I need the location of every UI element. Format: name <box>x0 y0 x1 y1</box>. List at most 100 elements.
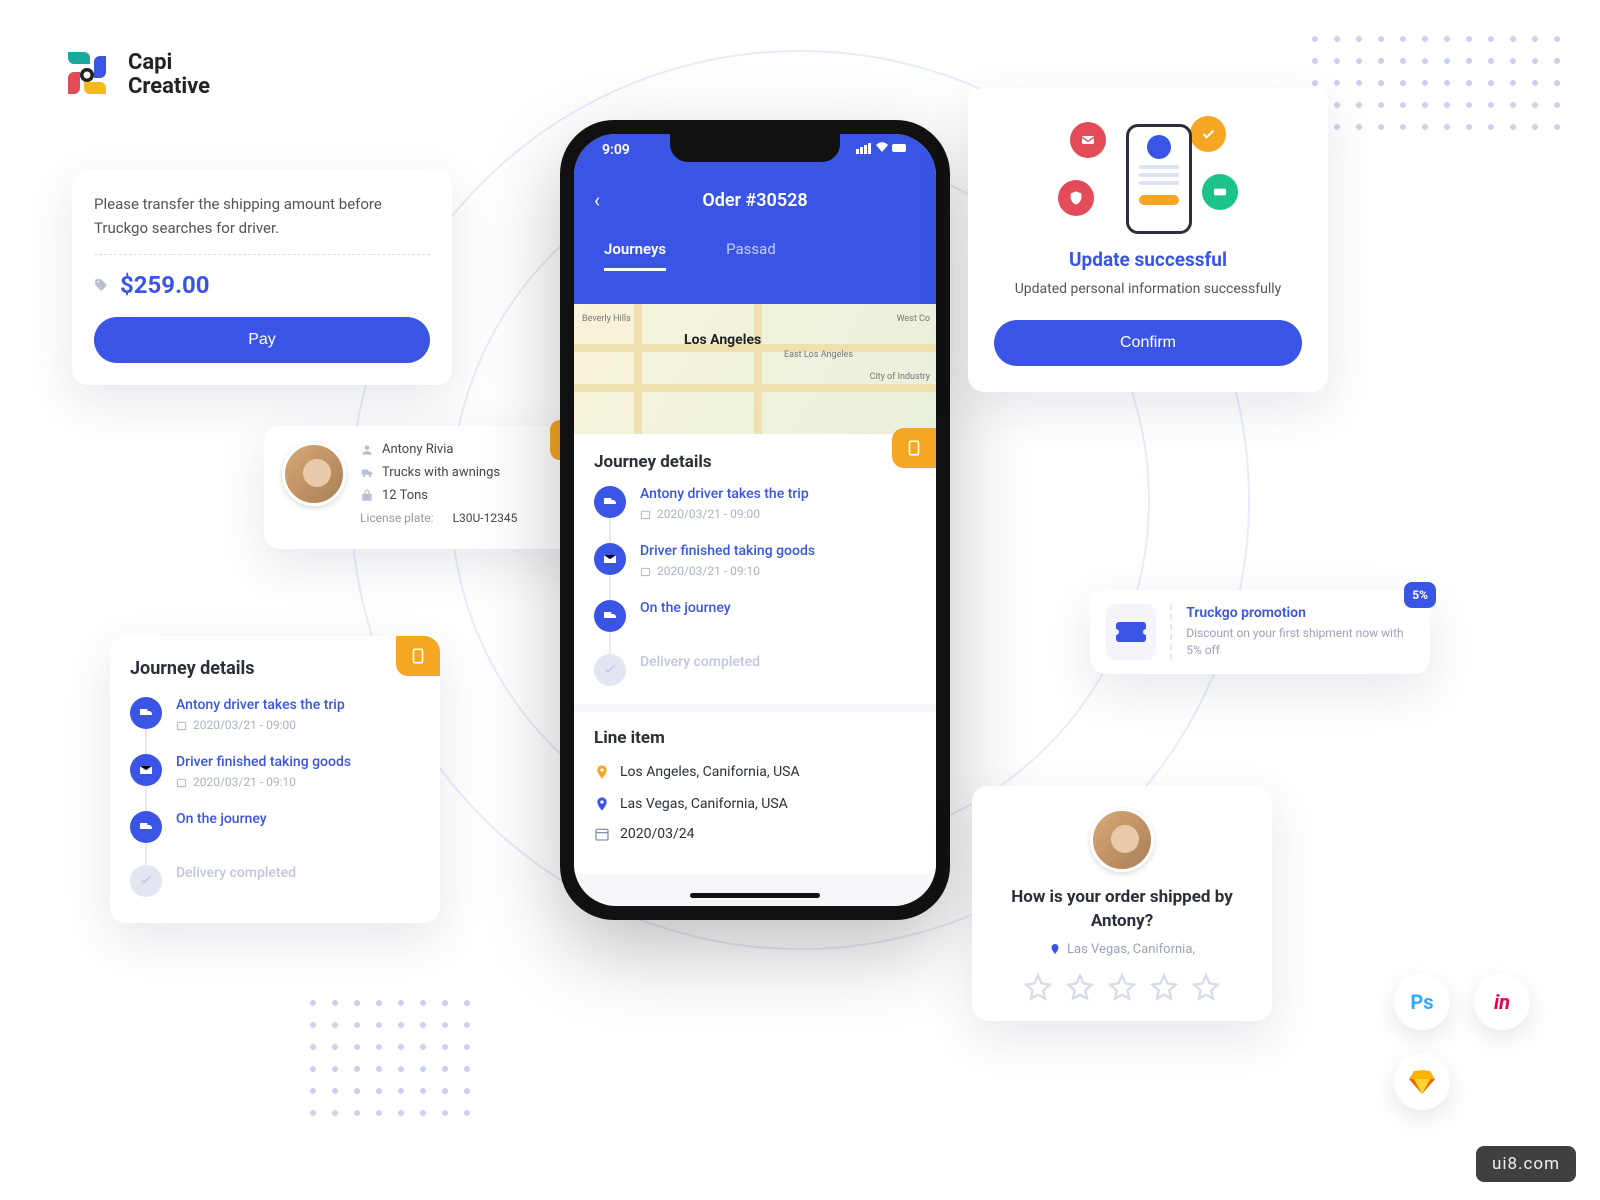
step-icon <box>130 865 162 897</box>
logo-mark-icon <box>60 48 114 102</box>
line-dest: Las Vegas, Canifornia, USA <box>620 796 788 812</box>
calendar-mini-icon <box>176 720 187 731</box>
step-icon <box>594 600 626 632</box>
map-label-3: City of Industry <box>870 372 930 382</box>
tool-badge-ps: Ps <box>1394 974 1450 1030</box>
step-time: 2020/03/21 - 09:10 <box>640 564 815 578</box>
check-icon <box>1190 116 1226 152</box>
step-title: Antony driver takes the trip <box>640 486 809 502</box>
step-title: Delivery completed <box>640 654 760 670</box>
driver-vehicle: Trucks with awnings <box>382 465 500 480</box>
success-illustration <box>994 116 1302 236</box>
line-date: 2020/03/24 <box>620 826 695 842</box>
phone-journey-section: Journey details Antony driver takes the … <box>574 434 936 704</box>
dot-grid-bottom <box>310 1000 470 1116</box>
line-item-title: Line item <box>594 728 916 748</box>
tool-badge-sketch <box>1394 1054 1450 1110</box>
driver-card: Antony Rivia Trucks with awnings 12 Tons… <box>264 426 584 549</box>
calendar-mini-icon <box>640 566 651 577</box>
promo-title: Truckgo promotion <box>1186 605 1414 621</box>
brand-line1: Capi <box>128 51 210 75</box>
map-label-1: East Los Angeles <box>784 350 853 360</box>
pay-card: Please transfer the shipping amount befo… <box>72 170 452 385</box>
rating-title: How is your order shipped by Antony? <box>992 886 1252 934</box>
brand-logo: Capi Creative <box>60 48 210 102</box>
step-title: On the journey <box>640 600 731 616</box>
dot-grid-top <box>1312 36 1560 130</box>
calendar-mini-icon <box>176 777 187 788</box>
star-2[interactable] <box>1066 973 1094 1001</box>
discount-badge: 5% <box>1404 582 1436 608</box>
ticket-icon <box>1106 604 1156 660</box>
tab-journeys[interactable]: Journeys <box>604 240 666 271</box>
status-time: 9:09 <box>602 142 630 158</box>
journey-section-badge-icon <box>892 428 936 468</box>
calendar-mini-icon <box>640 509 651 520</box>
timeline-step: On the journey <box>130 811 420 865</box>
map-label-2: West Co <box>897 314 930 324</box>
star-5[interactable] <box>1192 973 1220 1001</box>
timeline-step: Antony driver takes the trip 2020/03/21 -… <box>130 697 420 754</box>
journey-card-small: Journey details Antony driver takes the … <box>110 636 440 923</box>
mail-icon <box>1070 122 1106 158</box>
success-title: Update successful <box>994 248 1302 271</box>
step-title: Delivery completed <box>176 865 296 881</box>
phone-frame: 9:09 ‹ Oder #30528 Journeys Passad Los A… <box>560 120 950 920</box>
plate-label: License plate: <box>360 511 434 525</box>
rating-stars <box>992 973 1252 1001</box>
phone-screen: 9:09 ‹ Oder #30528 Journeys Passad Los A… <box>574 134 936 906</box>
truck-icon <box>360 466 374 480</box>
back-button[interactable]: ‹ <box>594 188 600 212</box>
phone-mini-icon <box>1126 124 1192 234</box>
step-title: Driver finished taking goods <box>176 754 351 770</box>
step-icon <box>594 654 626 686</box>
timeline-step: Delivery completed <box>130 865 420 897</box>
step-icon <box>130 697 162 729</box>
step-icon <box>130 811 162 843</box>
map-area[interactable]: Los Angeles Beverly Hills East Los Angel… <box>574 304 936 434</box>
order-title: Oder #30528 <box>702 190 807 211</box>
step-title: On the journey <box>176 811 267 827</box>
journey-timeline-small: Antony driver takes the trip 2020/03/21 -… <box>130 697 420 897</box>
step-title: Antony driver takes the trip <box>176 697 345 713</box>
star-4[interactable] <box>1150 973 1178 1001</box>
promo-subtitle: Discount on your first shipment now with… <box>1186 625 1414 659</box>
tool-badge-invision: in <box>1474 974 1530 1030</box>
confirm-button[interactable]: Confirm <box>994 320 1302 366</box>
step-title: Driver finished taking goods <box>640 543 815 559</box>
driver-weight: 12 Tons <box>382 488 428 503</box>
home-indicator <box>690 893 820 898</box>
rating-avatar <box>1090 808 1154 872</box>
person-icon <box>360 443 374 457</box>
card-icon <box>1202 174 1238 210</box>
status-indicators <box>856 142 908 158</box>
step-time: 2020/03/21 - 09:00 <box>640 507 809 521</box>
rating-location: Las Vegas, Canifornia, <box>1067 942 1195 957</box>
star-1[interactable] <box>1024 973 1052 1001</box>
map-label-0: Beverly Hills <box>582 314 631 324</box>
calendar-icon <box>594 826 610 842</box>
star-3[interactable] <box>1108 973 1136 1001</box>
step-icon <box>130 754 162 786</box>
signal-wifi-battery-icon <box>856 142 908 154</box>
line-item-section: Line item Los Angeles, Canifornia, USA L… <box>574 712 936 874</box>
tag-icon <box>94 278 108 292</box>
pay-message: Please transfer the shipping amount befo… <box>94 192 430 255</box>
line-origin: Los Angeles, Canifornia, USA <box>620 764 800 780</box>
pin-dest-icon <box>594 794 610 814</box>
journey-timeline-phone: Antony driver takes the trip 2020/03/21 -… <box>594 486 916 686</box>
pay-button[interactable]: Pay <box>94 317 430 363</box>
timeline-step: Antony driver takes the trip 2020/03/21 -… <box>594 486 916 543</box>
timeline-step: On the journey <box>594 600 916 654</box>
step-time: 2020/03/21 - 09:10 <box>176 775 351 789</box>
watermark: ui8.com <box>1476 1146 1576 1182</box>
success-card: Update successful Updated personal infor… <box>968 88 1328 392</box>
step-time: 2020/03/21 - 09:00 <box>176 718 345 732</box>
shield-icon <box>1058 180 1094 216</box>
timeline-step: Driver finished taking goods 2020/03/21 -… <box>130 754 420 811</box>
pay-amount: $259.00 <box>120 271 210 299</box>
promo-card[interactable]: 5% Truckgo promotion Discount on your fi… <box>1090 590 1430 674</box>
tab-passed[interactable]: Passad <box>726 240 776 271</box>
success-subtitle: Updated personal information successfull… <box>994 279 1302 300</box>
step-icon <box>594 486 626 518</box>
